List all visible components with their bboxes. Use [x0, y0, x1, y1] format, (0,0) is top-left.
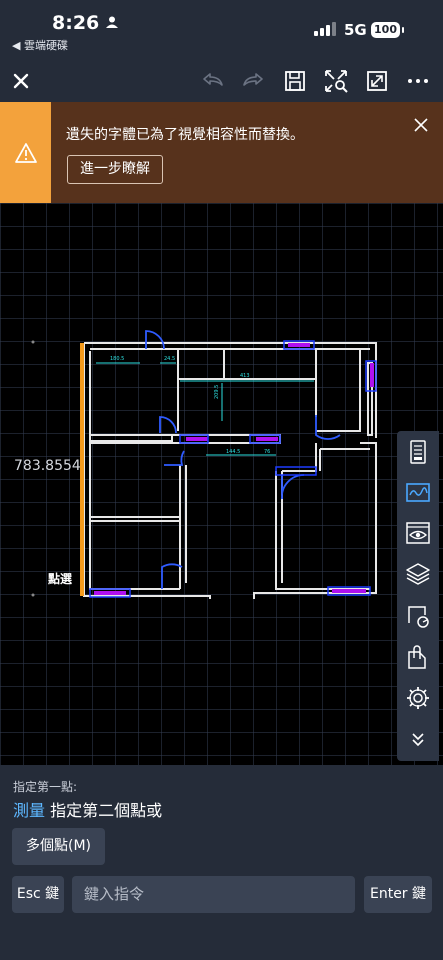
measure-value: 783.8554	[14, 458, 81, 474]
back-to-app-link[interactable]: ◀ 雲端硬碟	[12, 37, 68, 53]
multiple-points-button[interactable]: 多個點(M)	[12, 828, 105, 865]
zoom-extents-icon	[325, 70, 348, 93]
dim-label: 209.5	[214, 385, 220, 399]
collapse-button[interactable]	[402, 723, 434, 755]
select-label: 點選	[48, 572, 73, 586]
fullscreen-icon	[367, 71, 387, 91]
command-keyword: 測量	[13, 801, 46, 820]
redo-icon	[243, 73, 263, 86]
drawing-canvas[interactable]: 180.5 24.5 413 209.5 144.5 76 783.8554 點…	[0, 203, 443, 765]
measure-icon	[408, 606, 429, 628]
view-icon	[406, 522, 430, 544]
command-area: 指定第一點: 測量 指定第二個點或 多個點(M) Esc 鍵 鍵入指令 Ente…	[0, 765, 443, 960]
properties-icon	[410, 440, 426, 464]
font-warning-banner: 遺失的字體已為了視覺相容性而替換。 進一步瞭解	[0, 102, 443, 203]
measure-button[interactable]	[402, 600, 434, 632]
dim-label: 413	[240, 373, 250, 379]
banner-close-icon[interactable]	[412, 116, 430, 134]
signal-icon	[314, 22, 336, 36]
layers-button[interactable]	[402, 558, 434, 590]
attachments-button[interactable]	[402, 641, 434, 673]
collapse-icon	[412, 733, 424, 747]
view-button[interactable]	[402, 517, 434, 549]
banner-icon-area	[0, 102, 51, 203]
save-button[interactable]	[280, 66, 310, 96]
attachments-icon	[408, 645, 426, 669]
more-icon	[408, 79, 428, 83]
save-icon	[285, 71, 305, 91]
floor-plan: 180.5 24.5 413 209.5 144.5 76	[31, 330, 377, 599]
layers-icon	[406, 563, 430, 585]
network-label: 5G	[344, 21, 367, 39]
dim-label: 24.5	[164, 356, 175, 362]
settings-button[interactable]	[402, 682, 434, 714]
esc-button[interactable]: Esc 鍵	[12, 876, 64, 913]
person-icon	[105, 16, 118, 28]
fullscreen-button[interactable]	[362, 66, 392, 96]
enter-button[interactable]: Enter 鍵	[364, 876, 432, 913]
warning-icon	[14, 142, 37, 163]
dim-label: 180.5	[110, 356, 124, 362]
close-icon	[13, 73, 29, 89]
side-tool-panel	[397, 431, 439, 761]
settings-icon	[407, 687, 429, 709]
status-time: 8:26	[52, 12, 118, 34]
undo-button[interactable]	[198, 66, 228, 96]
dim-label: 76	[264, 449, 270, 455]
battery-indicator: 100	[371, 22, 404, 38]
close-button[interactable]	[6, 66, 36, 96]
command-prompt-text: 指定第二個點或	[45, 801, 163, 820]
properties-button[interactable]	[402, 436, 434, 468]
undo-icon	[203, 73, 223, 86]
banner-message: 遺失的字體已為了視覺相容性而替換。	[66, 127, 304, 143]
command-prompt-line1: 指定第一點:	[13, 780, 78, 794]
command-prompt-line2: 測量 指定第二個點或	[13, 797, 162, 821]
dim-label: 144.5	[226, 449, 240, 455]
status-bar: 8:26 ◀ 雲端硬碟 5G 100	[0, 0, 443, 60]
zoom-extents-button[interactable]	[321, 66, 351, 96]
markup-icon	[406, 483, 430, 502]
top-toolbar	[0, 60, 443, 102]
redo-button[interactable]	[238, 66, 268, 96]
more-button[interactable]	[403, 66, 433, 96]
command-input[interactable]: 鍵入指令	[72, 876, 355, 913]
learn-more-button[interactable]: 進一步瞭解	[67, 155, 163, 184]
markup-button[interactable]	[402, 477, 434, 509]
